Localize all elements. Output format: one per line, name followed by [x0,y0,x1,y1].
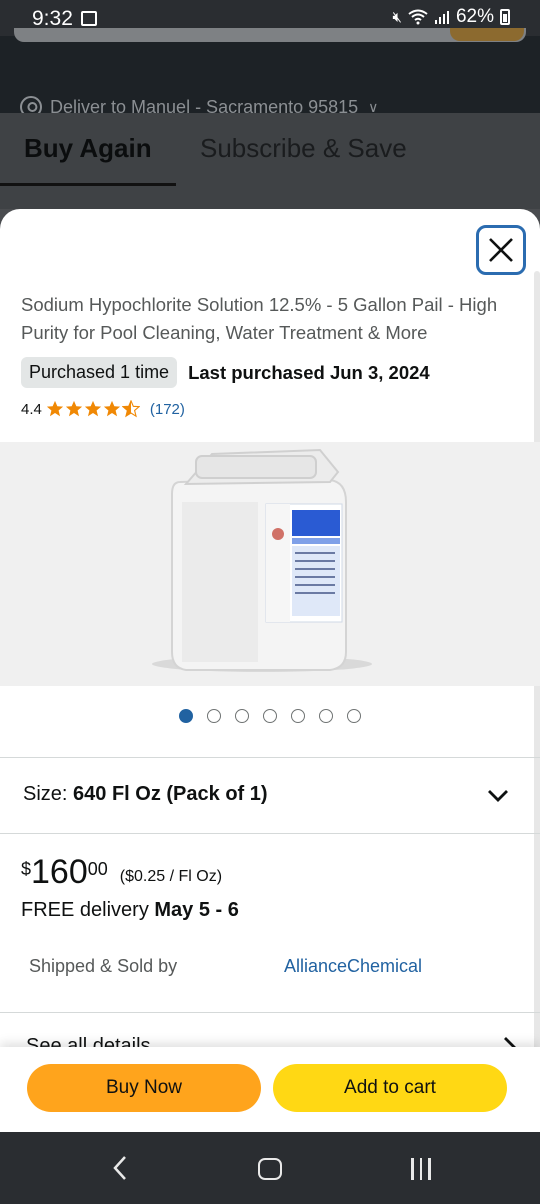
search-button[interactable] [450,28,524,41]
delivery-prefix: FREE delivery [21,899,149,921]
battery-percent: 62% [455,6,494,27]
action-bar: Buy Now Add to cart [0,1047,540,1132]
carousel-dot[interactable] [263,709,277,723]
battery-icon [500,9,510,25]
signal-icon [434,11,449,24]
review-count-link[interactable]: (172) [150,401,185,418]
shipped-sold-by-label: Shipped & Sold by [29,956,178,976]
rating-value: 4.4 [21,400,42,418]
price-whole: 160 [31,853,88,891]
size-value: 640 Fl Oz (Pack of 1) [73,783,268,805]
product-title[interactable]: Sodium Hypochlorite Solution 12.5% - 5 G… [21,291,521,347]
last-purchased-text: Last purchased Jun 3, 2024 [188,361,430,383]
price-fraction: 00 [87,859,108,879]
divider [0,1012,540,1013]
carousel-dot[interactable] [207,709,221,723]
system-nav-bar [0,1132,540,1204]
close-icon [489,238,513,262]
purchased-badge: Purchased 1 time [21,357,178,388]
mute-icon: 🔇︎ [392,8,402,26]
seller-link[interactable]: AllianceChemical [284,956,422,977]
status-right: 🔇︎ 62% [393,6,510,28]
product-image-carousel[interactable] [0,442,540,686]
delivery-date: May 5 - 6 [154,899,239,921]
tab-bar: Buy Again Subscribe & Save [0,113,540,209]
carousel-dot[interactable] [179,709,193,723]
star-icon [84,400,101,417]
buy-now-button[interactable]: Buy Now [27,1064,261,1112]
active-tab-indicator [0,183,176,186]
product-image [152,448,372,672]
star-rating [46,400,140,418]
carousel-dot[interactable] [319,709,333,723]
wifi-icon [408,9,428,25]
delivery-info: FREE delivery May 5 - 6 [21,899,239,922]
add-to-cart-button[interactable]: Add to cart [273,1064,507,1112]
back-icon[interactable] [108,1154,132,1182]
purchase-history: Purchased 1 time Last purchased Jun 3, 2… [21,357,430,388]
size-label: Size: [23,783,68,805]
carousel-dot[interactable] [347,709,361,723]
chevron-down-icon[interactable] [486,783,510,807]
price-currency: $ [21,859,32,879]
app-header: Deliver to Manuel - Sacramento 95815 ∨ [0,36,540,123]
gallery-icon [81,11,97,26]
product-bottom-sheet: Sodium Hypochlorite Solution 12.5% - 5 G… [0,209,540,1132]
star-icon [65,400,82,417]
close-button[interactable] [476,225,526,275]
tab-subscribe-save[interactable]: Subscribe & Save [200,133,407,164]
tab-buy-again[interactable]: Buy Again [24,133,152,164]
unit-price: ($0.25 / Fl Oz) [119,868,223,885]
carousel-dots [0,709,540,723]
home-icon[interactable] [258,1158,282,1180]
star-icon [103,400,120,417]
price: $ 160 00 ($0.25 / Fl Oz) [21,855,222,889]
divider [0,757,540,758]
star-icon [46,400,63,417]
size-selector[interactable]: Size: 640 Fl Oz (Pack of 1) [23,783,268,806]
carousel-dot[interactable] [235,709,249,723]
recent-apps-icon[interactable] [411,1158,431,1180]
rating-row[interactable]: 4.4 (172) [21,400,185,418]
carousel-dot[interactable] [291,709,305,723]
divider [0,833,540,834]
star-half-icon [121,400,140,418]
